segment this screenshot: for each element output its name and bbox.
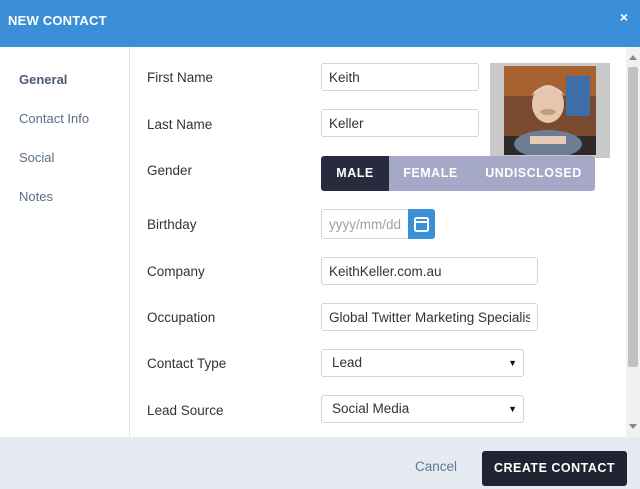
occupation-input[interactable]: [321, 303, 538, 331]
gender-option-female[interactable]: FEMALE: [389, 156, 472, 191]
calendar-button[interactable]: [408, 209, 435, 239]
sidebar-item-contact-info[interactable]: Contact Info: [19, 111, 89, 126]
gender-option-undisclosed[interactable]: UNDISCLOSED: [472, 156, 595, 191]
birthday-label: Birthday: [147, 217, 197, 232]
contact-type-value: Lead: [332, 355, 363, 370]
scrollbar-thumb[interactable]: [628, 67, 638, 367]
dialog-title: NEW CONTACT: [8, 13, 107, 28]
first-name-input[interactable]: [321, 63, 479, 91]
occupation-label: Occupation: [147, 310, 216, 325]
chevron-down-icon: ▼: [508, 404, 517, 414]
cancel-button[interactable]: Cancel: [415, 459, 457, 474]
last-name-input[interactable]: [321, 109, 479, 137]
avatar: [504, 66, 596, 155]
scroll-down-icon[interactable]: [629, 424, 637, 429]
form-content: First Name Last Name Gender MALE FEMALE …: [130, 47, 626, 437]
create-contact-button[interactable]: CREATE CONTACT: [482, 451, 627, 486]
sidebar-item-notes[interactable]: Notes: [19, 189, 53, 204]
last-name-label: Last Name: [147, 117, 213, 132]
lead-source-label: Lead Source: [147, 403, 224, 418]
company-input[interactable]: [321, 257, 538, 285]
scroll-up-icon[interactable]: [629, 55, 637, 60]
close-icon[interactable]: ×: [620, 9, 628, 25]
lead-source-value: Social Media: [332, 401, 410, 416]
sidebar: General Contact Info Social Notes: [0, 47, 130, 437]
contact-type-label: Contact Type: [147, 356, 227, 371]
company-label: Company: [147, 264, 205, 279]
contact-photo[interactable]: [490, 63, 610, 158]
birthday-input[interactable]: [321, 209, 409, 239]
gender-label: Gender: [147, 163, 193, 178]
first-name-label: First Name: [147, 70, 214, 85]
sidebar-item-general[interactable]: General: [19, 72, 67, 87]
gender-option-male[interactable]: MALE: [321, 156, 389, 191]
calendar-icon: [414, 217, 429, 232]
lead-source-select[interactable]: Social Media ▼: [321, 395, 524, 423]
dialog-header: NEW CONTACT ×: [0, 0, 640, 47]
contact-type-select[interactable]: Lead ▼: [321, 349, 524, 377]
scrollbar[interactable]: [626, 47, 640, 437]
sidebar-item-social[interactable]: Social: [19, 150, 54, 165]
dialog-footer: Cancel CREATE CONTACT: [0, 437, 640, 489]
chevron-down-icon: ▼: [508, 358, 517, 368]
